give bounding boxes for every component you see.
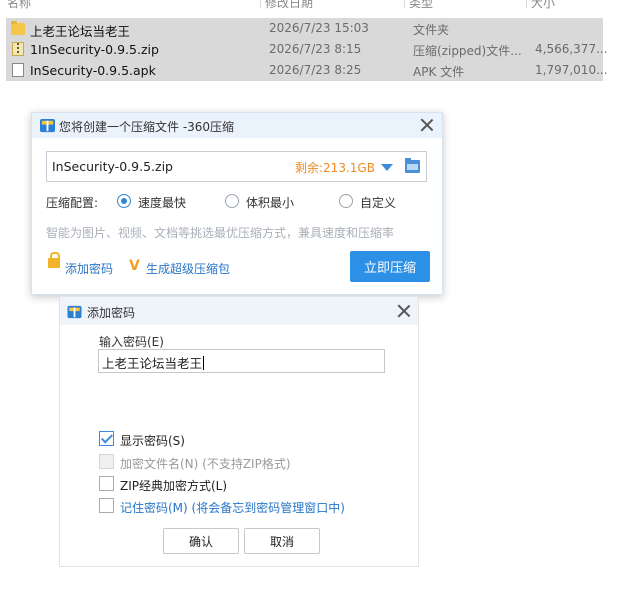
radio-smallest[interactable] bbox=[225, 194, 239, 208]
file-size: 1,797,010... bbox=[535, 63, 608, 77]
file-type: 压缩(zipped)文件... bbox=[413, 44, 522, 58]
filename-value[interactable]: InSecurity-0.9.5.zip bbox=[52, 159, 173, 174]
column-header-size[interactable]: 大小 bbox=[531, 0, 555, 11]
file-list-header: 名称 修改日期 类型 大小 bbox=[0, 0, 631, 11]
cancel-button[interactable]: 取消 bbox=[244, 528, 320, 554]
360-zip-logo-icon bbox=[67, 305, 82, 319]
column-divider[interactable] bbox=[526, 0, 527, 8]
encrypt-filename-label: 加密文件名(N) (不支持ZIP格式) bbox=[120, 457, 291, 471]
folder-browse-icon[interactable] bbox=[405, 158, 420, 173]
column-divider[interactable] bbox=[404, 0, 405, 8]
compress-hint: 智能为图片、视频、文档等挑选最优压缩方式，兼具速度和压缩率 bbox=[46, 226, 395, 240]
file-row-apk[interactable]: InSecurity-0.9.5.apk 2026/7/23 8:25 APK … bbox=[6, 60, 608, 81]
password-input-label: 输入密码(E) bbox=[99, 335, 164, 349]
encrypt-filename-checkbox[interactable] bbox=[99, 454, 114, 469]
dialog-title-bar[interactable]: 添加密码 bbox=[60, 297, 418, 325]
compress-config-label: 压缩配置: bbox=[46, 196, 99, 210]
close-icon[interactable] bbox=[397, 304, 411, 318]
zip-classic-encryption-label[interactable]: ZIP经典加密方式(L) bbox=[120, 477, 227, 494]
file-date: 2026/7/23 15:03 bbox=[269, 21, 369, 35]
folder-icon bbox=[11, 21, 25, 35]
file-size: 4,566,377... bbox=[535, 42, 608, 56]
option-smallest-label[interactable]: 体积最小 bbox=[246, 194, 294, 211]
file-name: InSecurity-0.9.5.apk bbox=[30, 63, 156, 78]
file-type: APK 文件 bbox=[413, 65, 465, 79]
file-row-folder[interactable]: 上老王论坛当老王 2026/7/23 15:03 文件夹 bbox=[6, 18, 603, 39]
confirm-button[interactable]: 确认 bbox=[163, 528, 239, 554]
option-custom-label[interactable]: 自定义 bbox=[360, 194, 396, 211]
chevron-down-icon[interactable] bbox=[381, 164, 393, 171]
password-dialog: 添加密码 输入密码(E) 上老王论坛当老王 显示密码(S) 加密文件名(N) (… bbox=[59, 296, 419, 567]
file-row-zip[interactable]: 1InSecurity-0.9.5.zip 2026/7/23 8:15 压缩(… bbox=[6, 39, 608, 60]
remaining-space: 剩余:213.1GB bbox=[295, 161, 375, 175]
column-header-date[interactable]: 修改日期 bbox=[265, 0, 313, 11]
radio-custom[interactable] bbox=[339, 194, 353, 208]
close-icon[interactable] bbox=[420, 118, 434, 132]
show-password-label[interactable]: 显示密码(S) bbox=[120, 432, 185, 449]
file-name: 上老王论坛当老王 bbox=[30, 24, 131, 39]
360-zip-logo-icon bbox=[40, 118, 55, 133]
option-fastest-label[interactable]: 速度最快 bbox=[138, 194, 186, 211]
dialog-title-bar[interactable]: 您将创建一个压缩文件 -360压缩 bbox=[32, 113, 442, 138]
radio-fastest[interactable] bbox=[117, 194, 131, 208]
zip-file-icon bbox=[12, 42, 24, 56]
filename-field[interactable]: InSecurity-0.9.5.zip 剩余:213.1GB bbox=[46, 151, 427, 182]
file-date: 2026/7/23 8:15 bbox=[269, 42, 362, 56]
compress-now-button[interactable]: 立即压缩 bbox=[350, 251, 430, 282]
super-compress-link[interactable]: 生成超级压缩包 bbox=[146, 260, 230, 277]
lock-icon[interactable] bbox=[48, 252, 60, 268]
zip-classic-encryption-checkbox[interactable] bbox=[99, 476, 114, 491]
dialog-title: 您将创建一个压缩文件 -360压缩 bbox=[59, 120, 235, 134]
column-header-type[interactable]: 类型 bbox=[409, 0, 433, 11]
file-date: 2026/7/23 8:25 bbox=[269, 63, 362, 77]
apk-file-icon bbox=[12, 63, 24, 77]
column-header-name[interactable]: 名称 bbox=[7, 0, 31, 11]
column-divider[interactable] bbox=[260, 0, 261, 8]
show-password-checkbox[interactable] bbox=[99, 431, 114, 446]
vip-v-icon[interactable]: V bbox=[129, 258, 140, 274]
dialog-title: 添加密码 bbox=[87, 306, 136, 320]
password-value: 上老王论坛当老王 bbox=[102, 356, 203, 371]
compress-dialog: 您将创建一个压缩文件 -360压缩 InSecurity-0.9.5.zip 剩… bbox=[31, 112, 443, 295]
file-name: 1InSecurity-0.9.5.zip bbox=[30, 42, 159, 57]
file-type: 文件夹 bbox=[413, 23, 450, 37]
add-password-link[interactable]: 添加密码 bbox=[65, 260, 113, 277]
remember-password-label[interactable]: 记住密码(M) (将会备忘到密码管理窗口中) bbox=[120, 499, 345, 516]
password-input[interactable]: 上老王论坛当老王 bbox=[98, 349, 385, 373]
text-caret bbox=[203, 356, 205, 370]
remember-password-checkbox[interactable] bbox=[99, 498, 114, 513]
